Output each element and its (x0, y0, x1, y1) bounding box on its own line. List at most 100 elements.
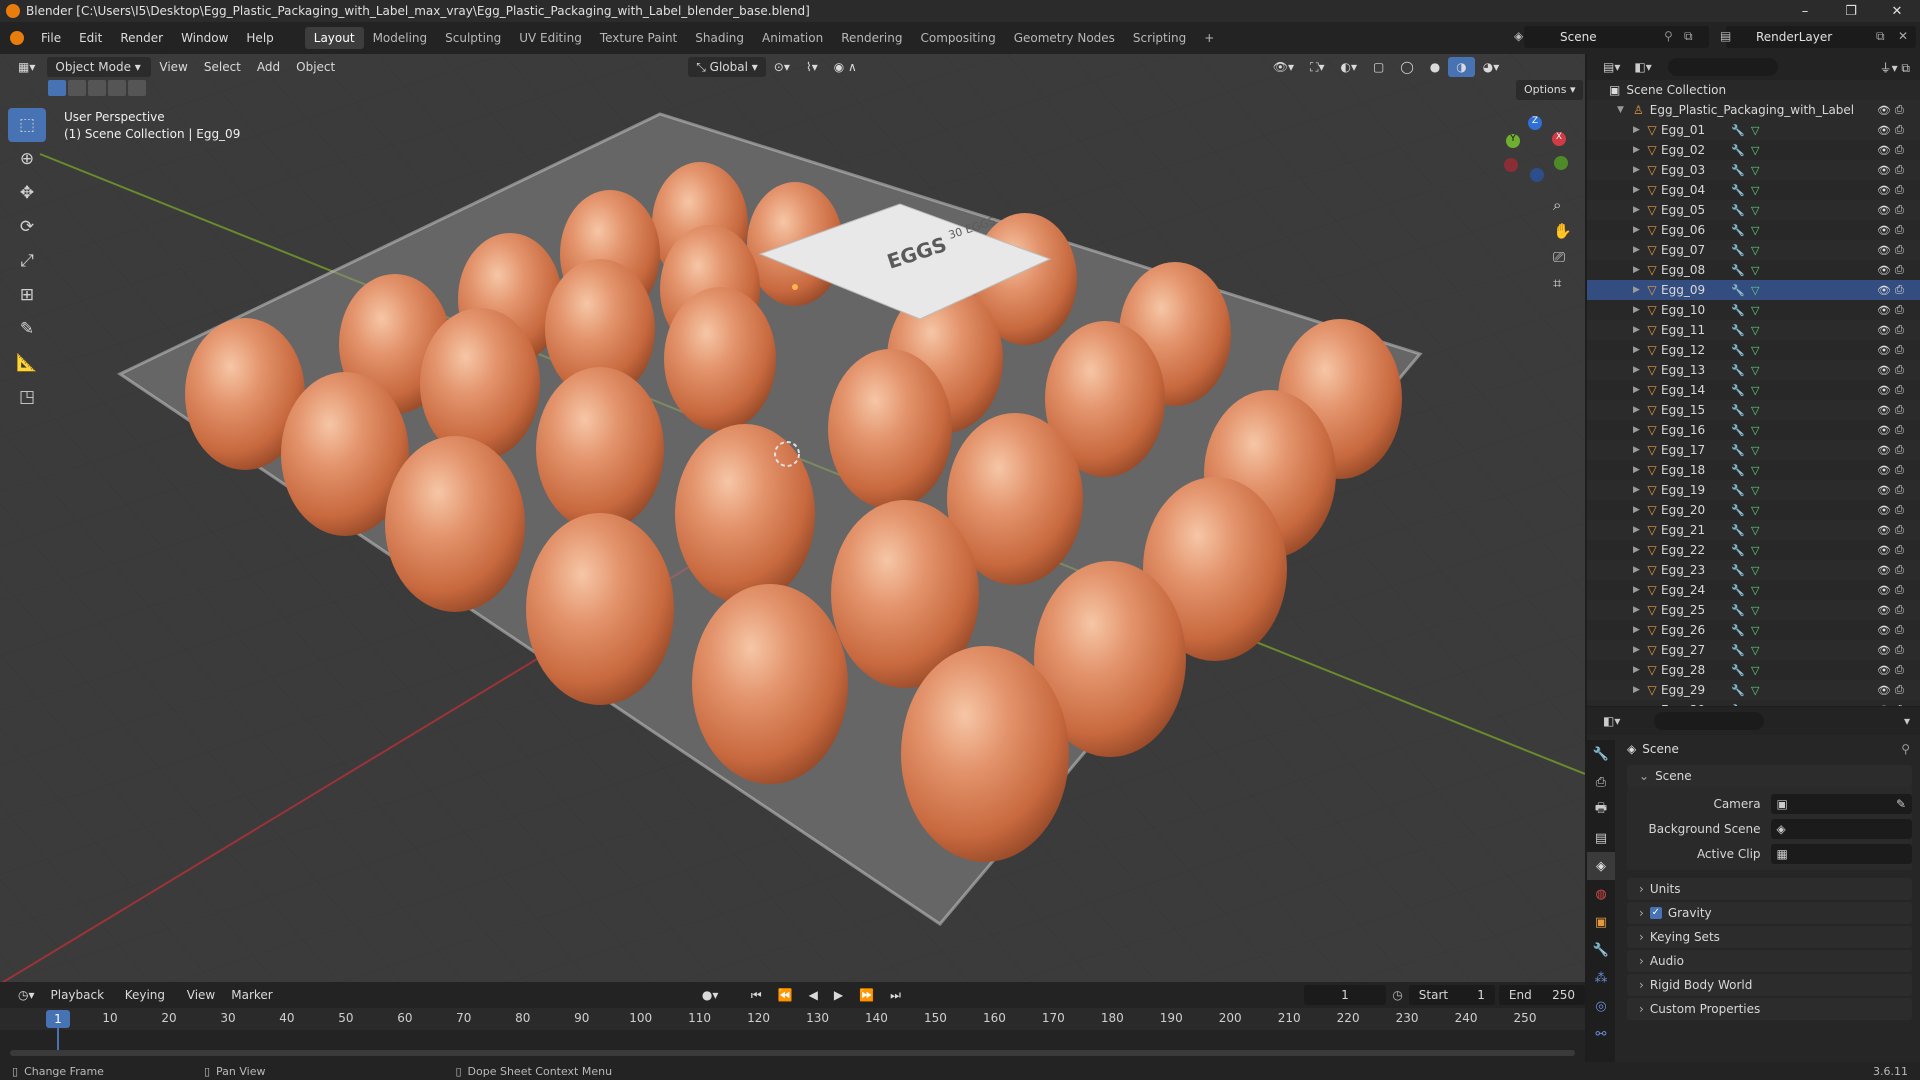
transform-orientation-selector[interactable]: ⤡ Global ▾ (688, 57, 766, 77)
pivot-icon[interactable]: ⊙▾ (766, 57, 798, 77)
chevron-right-icon[interactable]: ▶ (1633, 705, 1643, 706)
jump-start-icon[interactable]: ⏮ (743, 985, 770, 1005)
mesh-data-icon[interactable]: ▽ (1751, 424, 1759, 437)
mesh-data-icon[interactable]: ▽ (1751, 664, 1759, 677)
chevron-right-icon[interactable]: ▶ (1633, 645, 1643, 655)
scene-tab-icon[interactable]: ◈ (1587, 852, 1615, 880)
camera-icon[interactable]: ⎙ (1895, 203, 1904, 217)
outliner-object-row[interactable]: ▶ ▽ Egg_04 🔧 ▽ 👁 ⎙ (1587, 180, 1920, 200)
mesh-data-icon[interactable]: ▽ (1751, 444, 1759, 457)
outliner-object-row[interactable]: ▶ ▽ Egg_22 🔧 ▽ 👁 ⎙ (1587, 540, 1920, 560)
eye-icon[interactable]: 👁 (1877, 264, 1891, 277)
chevron-right-icon[interactable]: ▶ (1633, 625, 1643, 635)
auto-keying-icon[interactable]: ●▾ (694, 985, 727, 1005)
camera-icon[interactable]: ⎙ (1895, 443, 1904, 457)
eye-icon[interactable]: 👁 (1877, 344, 1891, 357)
menu-playback[interactable]: Playback ▾ (43, 985, 117, 1022)
camera-icon[interactable]: ⎙ (1895, 703, 1904, 706)
eye-icon[interactable]: 👁 (1877, 124, 1891, 137)
camera-icon[interactable]: ⎙ (1895, 543, 1904, 557)
eye-icon[interactable]: 👁 (1877, 364, 1891, 377)
camera-icon[interactable]: ⎙ (1895, 483, 1904, 497)
camera-icon[interactable]: ⎙ (1895, 603, 1904, 617)
select-box-icon[interactable]: ⬚ (8, 108, 46, 142)
physics-tab-icon[interactable]: ◎ (1587, 992, 1615, 1020)
outliner-object-row[interactable]: ▶ ▽ Egg_14 🔧 ▽ 👁 ⎙ (1587, 380, 1920, 400)
chevron-right-icon[interactable]: ▶ (1633, 285, 1643, 295)
new-scene-icon[interactable]: ⧉ (1684, 29, 1693, 44)
scene-selector[interactable]: ◈ Scene ⚲ ⧉ (1514, 26, 1709, 48)
camera-icon[interactable]: ⎙ (1895, 563, 1904, 577)
mesh-data-icon[interactable]: ▽ (1751, 604, 1759, 617)
outliner-object-row[interactable]: ▶ ▽ Egg_10 🔧 ▽ 👁 ⎙ (1587, 300, 1920, 320)
panel-rigid-body-world-header[interactable]: › Rigid Body World (1627, 974, 1912, 996)
current-frame-field[interactable]: 1 (1303, 985, 1387, 1005)
outliner-object-row[interactable]: ▶▽Egg_30🔧▽👁⎙ (1587, 700, 1920, 706)
mesh-data-icon[interactable]: ▽ (1751, 124, 1759, 137)
outliner-object-row[interactable]: ▶ ▽ Egg_02 🔧 ▽ 👁 ⎙ (1587, 140, 1920, 160)
chevron-right-icon[interactable]: ▶ (1633, 385, 1643, 395)
mesh-data-icon[interactable]: ▽ (1751, 404, 1759, 417)
modifier-icon[interactable]: 🔧 (1731, 364, 1745, 377)
playhead-frame[interactable]: 1 (46, 1010, 70, 1028)
menu-keying[interactable]: Keying ▾ (117, 985, 179, 1022)
remove-view-layer-icon[interactable]: ✕ (1898, 29, 1908, 43)
modifier-icon[interactable]: 🔧 (1731, 584, 1745, 597)
chevron-right-icon[interactable]: ▶ (1633, 505, 1643, 515)
camera-icon[interactable]: ⎙ (1895, 663, 1904, 677)
mesh-data-icon[interactable]: ▽ (1751, 384, 1759, 397)
chevron-right-icon[interactable]: ▶ (1633, 125, 1643, 135)
chevron-right-icon[interactable]: ▶ (1633, 265, 1643, 275)
tool-tab-icon[interactable]: 🔧 (1587, 740, 1615, 768)
camera-icon[interactable]: ⎙ (1895, 363, 1904, 377)
menu-timeline-view[interactable]: View (179, 985, 223, 1005)
chevron-right-icon[interactable]: ▶ (1633, 665, 1643, 675)
chevron-right-icon[interactable]: ▶ (1633, 545, 1643, 555)
world-tab-icon[interactable]: ◍ (1587, 880, 1615, 908)
viewport-canvas[interactable]: EGGS 30 EGGS (0, 54, 1585, 982)
minimize-icon[interactable]: – (1782, 4, 1828, 19)
modifier-icon[interactable]: 🔧 (1731, 184, 1745, 197)
active-clip-field[interactable]: ▦ (1770, 843, 1912, 864)
material-shading-icon[interactable]: ◑ (1448, 57, 1475, 77)
modifier-icon[interactable]: 🔧 (1731, 164, 1745, 177)
prev-keyframe-icon[interactable]: ⏪ (770, 985, 801, 1005)
mesh-data-icon[interactable]: ▽ (1751, 504, 1759, 517)
menu-window[interactable]: Window (172, 27, 237, 49)
display-mode-icon[interactable]: ◧▾ (1634, 60, 1651, 74)
chevron-right-icon[interactable]: ▶ (1633, 165, 1643, 175)
particles-tab-icon[interactable]: ⁂ (1587, 964, 1615, 992)
mesh-data-icon[interactable]: ▽ (1751, 224, 1759, 237)
render-tab-icon[interactable]: ⎙ (1587, 768, 1615, 796)
camera-icon[interactable]: ⎙ (1895, 143, 1904, 157)
modifier-icon[interactable]: 🔧 (1731, 224, 1745, 237)
camera-icon[interactable]: ⎙ (1895, 323, 1904, 337)
properties-editor-icon[interactable]: ◧▾ (1603, 714, 1620, 728)
options-button[interactable]: Options ▾ (1516, 80, 1584, 100)
mesh-data-icon[interactable]: ▽ (1751, 624, 1759, 637)
tab-shading[interactable]: Shading (686, 27, 753, 49)
eye-icon[interactable]: 👁 (1877, 584, 1891, 597)
menu-marker[interactable]: Marker (223, 985, 280, 1005)
modifier-icon[interactable]: 🔧 (1731, 564, 1745, 577)
tab-sculpting[interactable]: Sculpting (436, 27, 510, 49)
menu-add[interactable]: Add (249, 57, 288, 77)
eye-icon[interactable]: 👁 (1877, 704, 1891, 707)
mesh-data-icon[interactable]: ▽ (1751, 644, 1759, 657)
play-reverse-icon[interactable]: ◀ (801, 985, 826, 1005)
eye-icon[interactable]: 👁 (1877, 564, 1891, 577)
modifier-icon[interactable]: 🔧 (1731, 624, 1745, 637)
modifier-icon[interactable]: 🔧 (1731, 124, 1745, 137)
modifier-icon[interactable]: 🔧 (1731, 704, 1745, 707)
camera-icon[interactable]: ⎙ (1895, 163, 1904, 177)
mesh-data-icon[interactable]: ▽ (1751, 304, 1759, 317)
mesh-data-icon[interactable]: ▽ (1751, 684, 1759, 697)
chevron-right-icon[interactable]: ▶ (1633, 585, 1643, 595)
rotate-icon[interactable]: ⟳ (8, 210, 46, 244)
transform-icon[interactable]: ⊞ (8, 278, 46, 312)
modifier-icon[interactable]: 🔧 (1731, 644, 1745, 657)
modifier-icon[interactable]: 🔧 (1731, 544, 1745, 557)
panel-audio-header[interactable]: › Audio (1627, 950, 1912, 972)
camera-icon[interactable]: ⎙ (1895, 243, 1904, 257)
eye-icon[interactable]: 👁 (1877, 384, 1891, 397)
